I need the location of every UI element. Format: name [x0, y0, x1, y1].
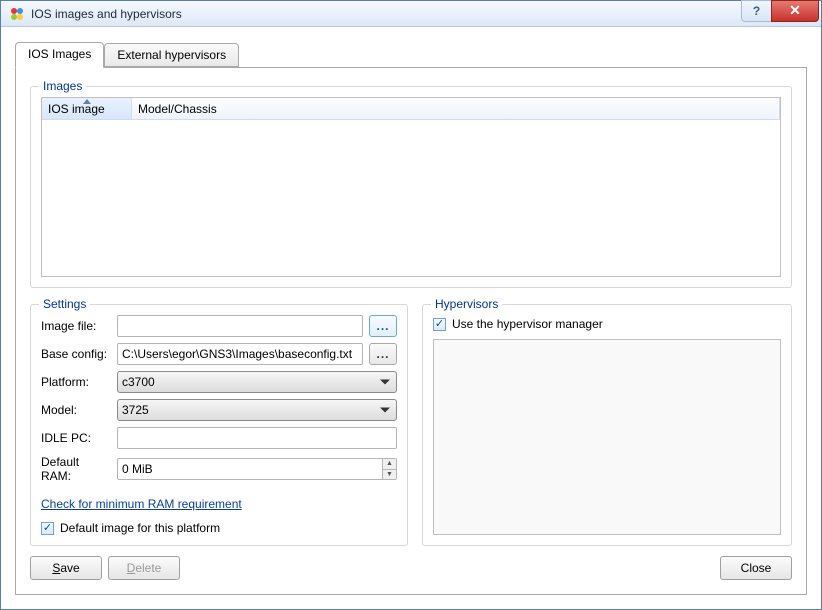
images-table[interactable]: IOS image Model/Chassis [41, 97, 781, 277]
hypervisors-group: Hypervisors ✓ Use the hypervisor manager [422, 304, 792, 546]
button-bar: Save Delete Close [30, 556, 792, 580]
client-area: IOS Images External hypervisors Images I… [1, 27, 821, 609]
images-table-header: IOS image Model/Chassis [42, 98, 780, 120]
hypervisors-listbox[interactable] [433, 339, 781, 535]
chevron-down-icon [380, 408, 390, 413]
check-ram-link[interactable]: Check for minimum RAM requirement [41, 497, 242, 511]
help-button[interactable]: ? [741, 0, 771, 22]
column-model-chassis[interactable]: Model/Chassis [132, 98, 780, 119]
close-button[interactable]: Close [720, 556, 792, 580]
spinner-up-icon[interactable]: ▲ [382, 459, 396, 470]
tab-external-hypervisors[interactable]: External hypervisors [104, 43, 239, 67]
base-config-browse-button[interactable]: ... [369, 343, 397, 365]
images-legend: Images [39, 79, 86, 93]
title-bar: IOS images and hypervisors ? ✕ [1, 1, 821, 27]
label-platform: Platform: [41, 375, 111, 389]
model-value: 3725 [122, 403, 149, 417]
use-hypervisor-manager-label: Use the hypervisor manager [452, 317, 603, 331]
app-icon [9, 6, 25, 22]
label-image-file: Image file: [41, 319, 111, 333]
save-button[interactable]: Save [30, 556, 102, 580]
tab-strip: IOS Images External hypervisors [15, 41, 807, 67]
delete-button[interactable]: Delete [108, 556, 180, 580]
label-idle-pc: IDLE PC: [41, 431, 111, 445]
column-ios-image[interactable]: IOS image [42, 98, 132, 119]
window-buttons: ? ✕ [741, 0, 819, 22]
tab-panel: Images IOS image Model/Chassis Settings … [15, 67, 807, 595]
images-group: Images IOS image Model/Chassis [30, 86, 792, 288]
settings-group: Settings Image file: ... Base config: ..… [30, 304, 408, 546]
image-file-browse-button[interactable]: ... [369, 315, 397, 337]
base-config-input[interactable] [117, 343, 363, 365]
tab-ios-images[interactable]: IOS Images [15, 42, 104, 68]
settings-legend: Settings [39, 297, 90, 311]
window-title: IOS images and hypervisors [31, 7, 182, 21]
hypervisors-legend: Hypervisors [431, 297, 502, 311]
label-model: Model: [41, 403, 111, 417]
model-combo[interactable]: 3725 [117, 399, 397, 421]
platform-value: c3700 [122, 375, 155, 389]
spinner-down-icon[interactable]: ▼ [382, 470, 396, 480]
window-close-button[interactable]: ✕ [771, 0, 819, 22]
default-image-checkbox[interactable]: ✓ [41, 522, 54, 535]
idle-pc-input[interactable] [117, 427, 397, 449]
images-table-body[interactable] [42, 120, 780, 276]
image-file-input[interactable] [117, 315, 363, 337]
default-image-label: Default image for this platform [60, 521, 220, 535]
use-hypervisor-manager-checkbox[interactable]: ✓ [433, 318, 446, 331]
default-ram-input[interactable] [117, 458, 397, 480]
chevron-down-icon [380, 380, 390, 385]
label-default-ram: Default RAM: [41, 455, 111, 483]
label-base-config: Base config: [41, 347, 111, 361]
default-ram-spinner[interactable]: ▲ ▼ [382, 459, 396, 479]
platform-combo[interactable]: c3700 [117, 371, 397, 393]
dialog-window: IOS images and hypervisors ? ✕ IOS Image… [0, 0, 822, 610]
